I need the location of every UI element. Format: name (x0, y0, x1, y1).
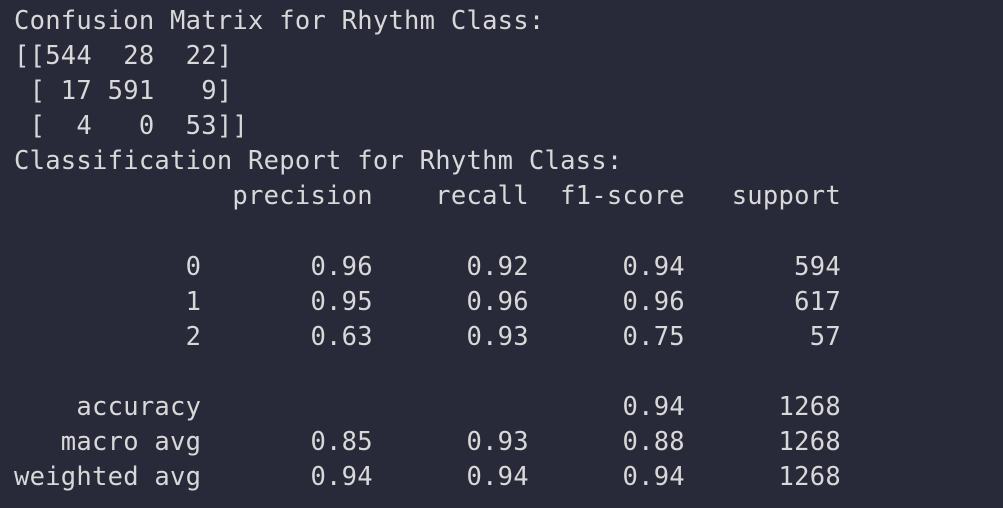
report-header-row: precision recall f1-score support (14, 181, 841, 212)
confusion-matrix-row-1: [ 17 591 9] (14, 76, 233, 107)
report-row-accuracy: accuracy 0.94 1268 (14, 392, 841, 423)
confusion-matrix-title: Confusion Matrix for Rhythm Class: (14, 6, 545, 36)
confusion-matrix-row-0: [[544 28 22] (14, 41, 233, 72)
report-row-class-0: 0 0.96 0.92 0.94 594 (14, 251, 841, 282)
report-row-class-2: 2 0.63 0.93 0.75 57 (14, 321, 841, 352)
classification-report-title: Classification Report for Rhythm Class: (14, 146, 623, 177)
report-row-weighted-avg: weighted avg 0.94 0.94 0.94 1268 (14, 462, 841, 493)
confusion-matrix-row-2: [ 4 0 53]] (14, 111, 249, 142)
report-row-class-1: 1 0.95 0.96 0.96 617 (14, 286, 841, 317)
report-row-macro-avg: macro avg 0.85 0.93 0.88 1268 (14, 427, 841, 458)
console-output: Confusion Matrix for Rhythm Class: [[544 … (14, 4, 1003, 495)
terminal-output-panel: Confusion Matrix for Rhythm Class: [[544 … (0, 0, 1003, 508)
